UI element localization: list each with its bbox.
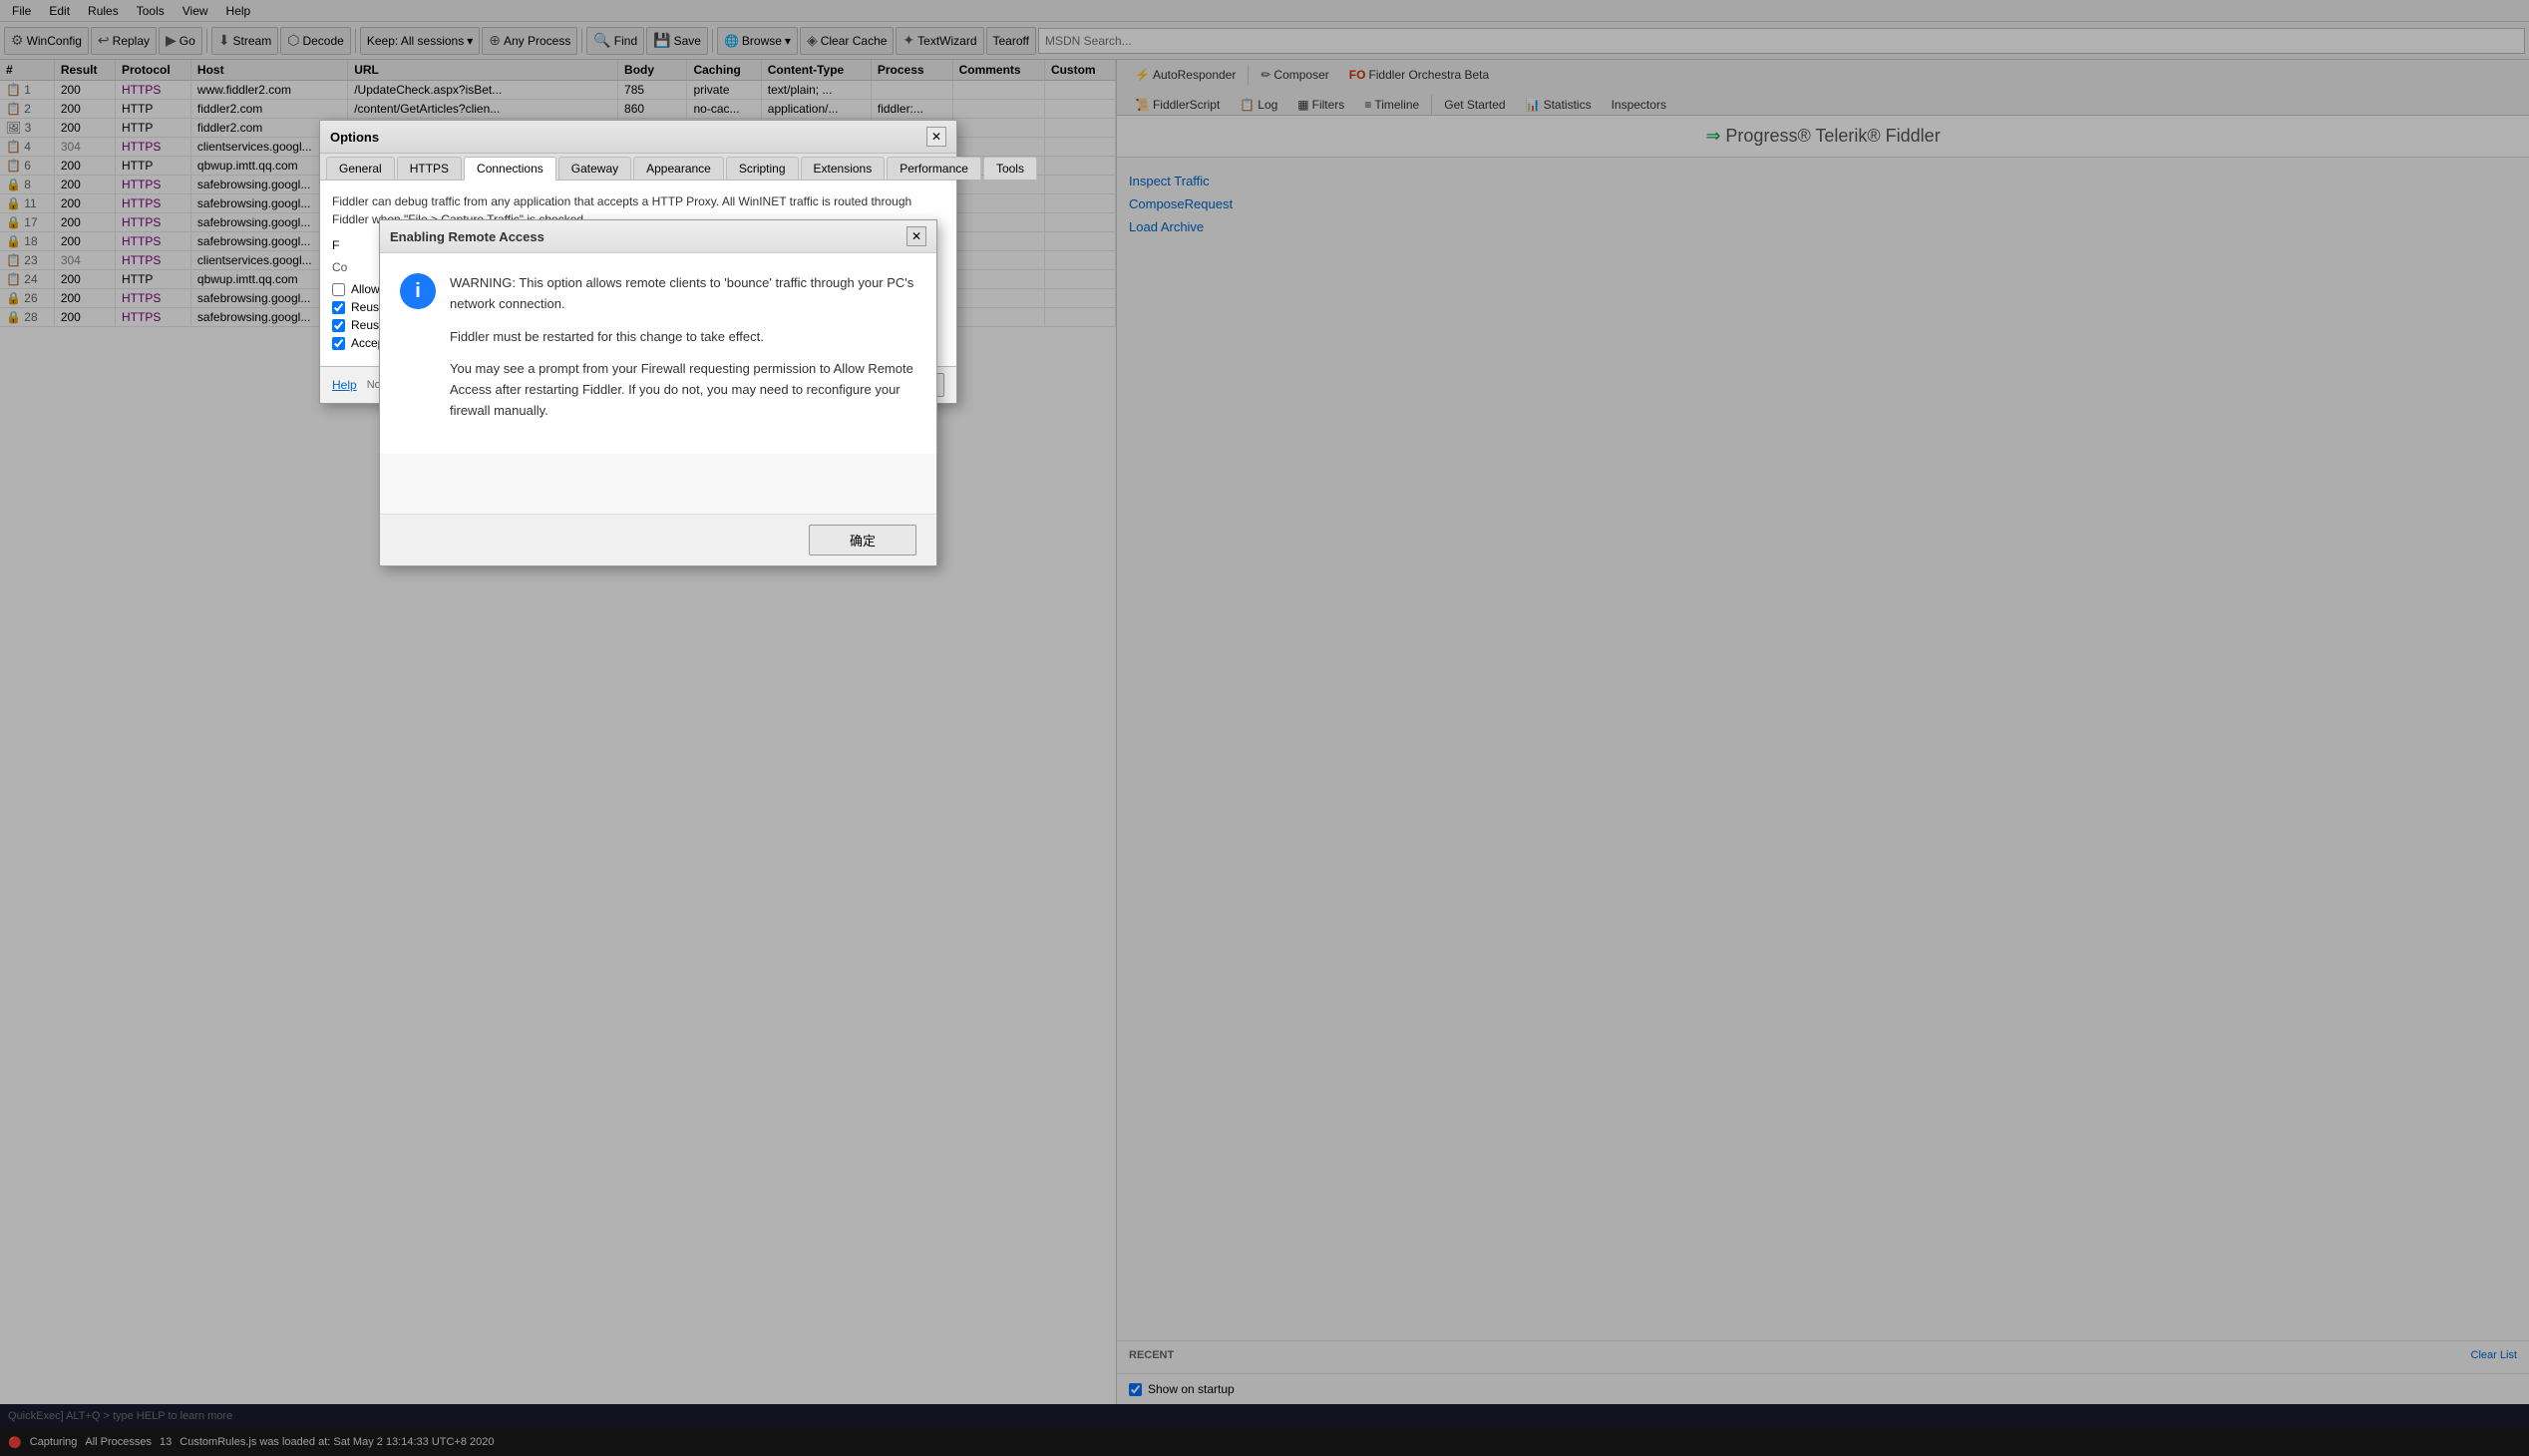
warning-footer: 确定	[380, 514, 936, 565]
tab-appearance[interactable]: Appearance	[633, 157, 724, 180]
warning-text3: You may see a prompt from your Firewall …	[450, 359, 916, 421]
tab-performance[interactable]: Performance	[887, 157, 981, 180]
accept-connect-checkbox[interactable]	[332, 337, 345, 350]
tab-gateway[interactable]: Gateway	[558, 157, 631, 180]
options-title-bar: Options ✕	[320, 121, 956, 154]
allow-remote-checkbox[interactable]	[332, 283, 345, 296]
reuse-client-checkbox[interactable]	[332, 301, 345, 314]
tab-extensions[interactable]: Extensions	[801, 157, 886, 180]
warning-close-button[interactable]: ✕	[906, 226, 926, 246]
warning-title: Enabling Remote Access	[390, 229, 544, 244]
warning-body: i WARNING: This option allows remote cli…	[380, 253, 936, 454]
warning-title-bar: Enabling Remote Access ✕	[380, 220, 936, 253]
warning-info-icon: i	[400, 273, 436, 309]
tab-scripting[interactable]: Scripting	[726, 157, 799, 180]
tab-general[interactable]: General	[326, 157, 395, 180]
options-close-button[interactable]: ✕	[926, 127, 946, 147]
reuse-server-checkbox[interactable]	[332, 319, 345, 332]
help-link[interactable]: Help	[332, 378, 357, 392]
options-title: Options	[330, 130, 379, 145]
warning-text-block: WARNING: This option allows remote clien…	[450, 273, 916, 434]
tab-tools[interactable]: Tools	[983, 157, 1037, 180]
options-tab-bar: General HTTPS Connections Gateway Appear…	[320, 154, 956, 181]
warning-text1: WARNING: This option allows remote clien…	[450, 273, 916, 315]
warning-spacer	[380, 454, 936, 514]
tab-https[interactable]: HTTPS	[397, 157, 462, 180]
warning-dialog: Enabling Remote Access ✕ i WARNING: This…	[379, 219, 937, 566]
fiddler-listens-label: F	[332, 238, 339, 252]
warning-ok-button[interactable]: 确定	[809, 525, 916, 555]
warning-text2: Fiddler must be restarted for this chang…	[450, 327, 916, 348]
tab-connections[interactable]: Connections	[464, 157, 556, 181]
